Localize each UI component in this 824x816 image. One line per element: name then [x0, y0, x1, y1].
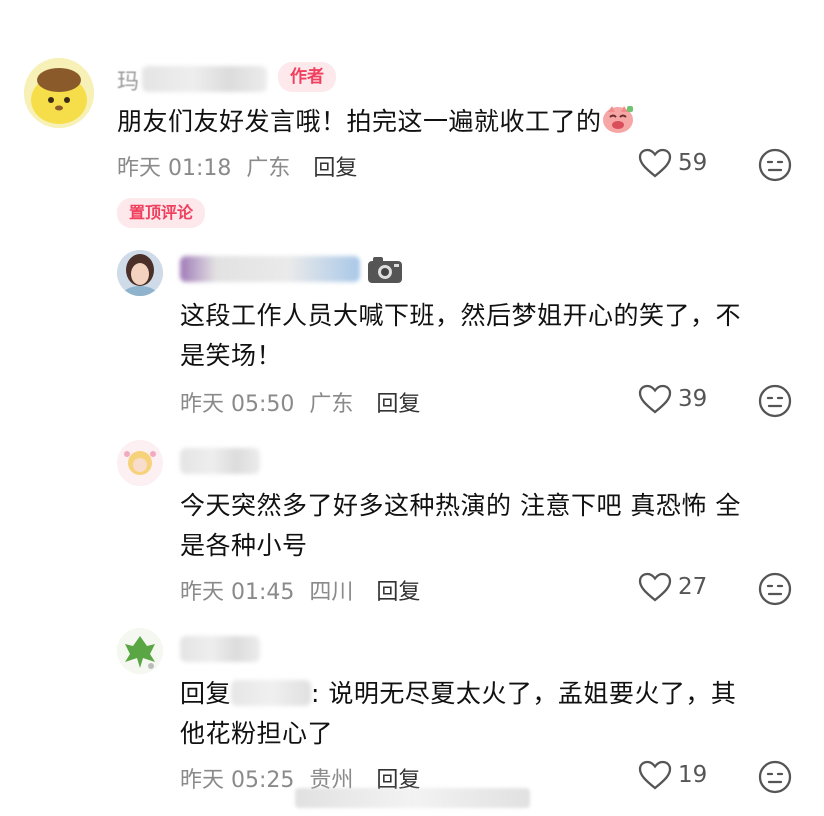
like-button[interactable]: 27 — [638, 572, 707, 602]
comment-location: 广东 — [309, 392, 354, 417]
heart-icon — [638, 572, 672, 602]
author-name-blurred[interactable] — [142, 66, 267, 92]
emoji-face-icon[interactable] — [758, 148, 792, 186]
comment-text: 这段工作人员大喊下班，然后梦姐开心的笑了，不 是笑场！ — [180, 296, 741, 376]
comment-text-line: 他花粉担心了 — [180, 719, 334, 748]
laughing-pig-emoji-icon — [602, 104, 634, 134]
comment-location: 广东 — [246, 156, 291, 181]
like-count: 59 — [678, 150, 708, 176]
pinned-comment-badge: 置顶评论 — [117, 198, 206, 228]
comment-text-line: 今天突然多了好多这种热演的 注意下吧 真恐怖 全 — [180, 491, 741, 520]
like-button[interactable]: 39 — [638, 384, 707, 414]
emoji-face-icon[interactable] — [758, 572, 792, 610]
comment-text-line: 这段工作人员大喊下班，然后梦姐开心的笑了，不 — [180, 301, 742, 330]
comment-text: 今天突然多了好多这种热演的 注意下吧 真恐怖 全 是各种小号 — [180, 486, 741, 566]
author-name-prefix: 玛 — [117, 70, 140, 95]
camera-icon — [367, 256, 403, 288]
comment-text: 朋友们友好发言哦！拍完这一遍就收工了的 — [117, 102, 634, 142]
like-count: 39 — [678, 386, 708, 412]
comment-text-line: 是各种小号 — [180, 531, 308, 560]
reply-button[interactable]: 回复 — [376, 580, 420, 605]
replied-user-name-blurred[interactable] — [231, 680, 312, 706]
emoji-face-icon[interactable] — [758, 760, 792, 798]
reply-button[interactable]: 回复 — [313, 156, 357, 181]
emoji-face-icon[interactable] — [758, 384, 792, 422]
comment-meta: 昨天 05:50 广东 回复 — [180, 386, 420, 418]
comment-time: 昨天 05:25 — [180, 768, 295, 793]
comment-time: 昨天 05:50 — [180, 392, 295, 417]
watermark-blurred — [295, 788, 530, 808]
author-avatar[interactable] — [24, 58, 94, 128]
comment-list: 玛 作者 朋友们友好发言哦！拍完这一遍就收工了的 昨天 01:18 广东 回复 … — [0, 0, 824, 816]
comment-location: 四川 — [309, 580, 354, 605]
commenter-name-blurred[interactable] — [180, 636, 260, 662]
reply-prefix: 回复 — [180, 679, 232, 708]
comment-text-line: 是笑场！ — [180, 341, 283, 370]
comment-time: 昨天 01:18 — [117, 156, 232, 181]
commenter-avatar[interactable] — [117, 440, 163, 486]
commenter-avatar[interactable] — [117, 250, 163, 296]
like-button[interactable]: 19 — [638, 760, 707, 790]
like-button[interactable]: 59 — [638, 148, 707, 178]
author-badge: 作者 — [278, 62, 336, 92]
comment-meta: 昨天 01:45 四川 回复 — [180, 574, 420, 606]
commenter-avatar[interactable] — [117, 628, 163, 674]
comment-meta: 昨天 01:18 广东 回复 — [117, 150, 357, 182]
like-count: 19 — [678, 762, 708, 788]
comment-text: 回复 : 说明无尽夏太火了，孟姐要火了，其 他花粉担心了 — [180, 674, 736, 754]
commenter-name-blurred[interactable] — [180, 448, 260, 474]
commenter-name-blurred[interactable] — [180, 256, 360, 282]
comment-text-content: 朋友们友好发言哦！拍完这一遍就收工了的 — [117, 107, 602, 136]
heart-icon — [638, 384, 672, 414]
like-count: 27 — [678, 574, 708, 600]
comment-time: 昨天 01:45 — [180, 580, 295, 605]
heart-icon — [638, 760, 672, 790]
comment-text-line: : 说明无尽夏太火了，孟姐要火了，其 — [311, 679, 737, 708]
reply-button[interactable]: 回复 — [376, 392, 420, 417]
heart-icon — [638, 148, 672, 178]
